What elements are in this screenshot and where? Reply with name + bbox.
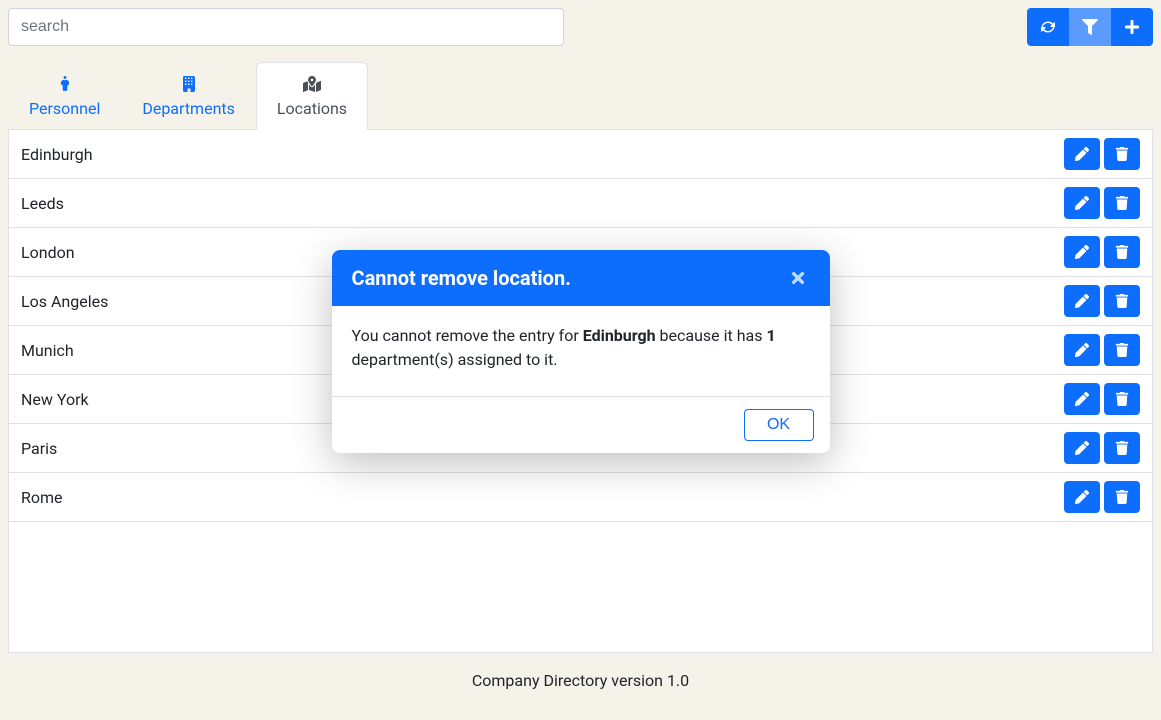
location-name: New York <box>21 390 89 409</box>
row-actions <box>1064 236 1140 268</box>
filter-icon <box>1082 19 1098 35</box>
tab-label: Departments <box>142 99 235 118</box>
edit-button[interactable] <box>1064 138 1100 170</box>
edit-button[interactable] <box>1064 334 1100 366</box>
row-actions <box>1064 187 1140 219</box>
location-row: Edinburgh <box>9 130 1152 179</box>
edit-button[interactable] <box>1064 236 1100 268</box>
location-row: Leeds <box>9 179 1152 228</box>
modal-body-text: department(s) assigned to it. <box>352 350 558 369</box>
modal-body-text: because it has <box>656 326 767 345</box>
delete-button[interactable] <box>1104 334 1140 366</box>
toolbar-button-group <box>1027 8 1153 46</box>
location-name: Paris <box>21 439 57 458</box>
trash-icon <box>1115 343 1129 357</box>
pencil-icon <box>1075 343 1089 357</box>
location-name: Los Angeles <box>21 292 108 311</box>
location-name: Edinburgh <box>21 145 93 164</box>
row-actions <box>1064 481 1140 513</box>
modal-body-text: You cannot remove the entry for <box>352 326 583 345</box>
row-actions <box>1064 383 1140 415</box>
modal-body-entity: Edinburgh <box>583 326 656 345</box>
trash-icon <box>1115 245 1129 259</box>
pencil-icon <box>1075 490 1089 504</box>
delete-button[interactable] <box>1104 432 1140 464</box>
plus-icon <box>1124 19 1140 35</box>
edit-button[interactable] <box>1064 383 1100 415</box>
trash-icon <box>1115 441 1129 455</box>
pencil-icon <box>1075 245 1089 259</box>
modal-title: Cannot remove location. <box>352 266 571 290</box>
add-button[interactable] <box>1111 8 1153 46</box>
refresh-icon <box>1040 19 1056 35</box>
search-input[interactable] <box>8 8 564 46</box>
trash-icon <box>1115 196 1129 210</box>
tab-departments[interactable]: Departments <box>121 62 256 130</box>
modal-body: You cannot remove the entry for Edinburg… <box>332 306 830 397</box>
location-name: London <box>21 243 75 262</box>
person-icon <box>58 75 72 93</box>
map-icon <box>303 75 321 93</box>
row-actions <box>1064 285 1140 317</box>
edit-button[interactable] <box>1064 432 1100 464</box>
tabs: Personnel Departments Locations <box>0 62 1161 130</box>
delete-button[interactable] <box>1104 285 1140 317</box>
filter-button[interactable] <box>1069 8 1111 46</box>
delete-button[interactable] <box>1104 383 1140 415</box>
tab-locations[interactable]: Locations <box>256 62 368 130</box>
modal-close-button[interactable] <box>786 266 810 290</box>
tab-personnel[interactable]: Personnel <box>8 62 121 130</box>
row-actions <box>1064 334 1140 366</box>
pencil-icon <box>1075 196 1089 210</box>
pencil-icon <box>1075 147 1089 161</box>
pencil-icon <box>1075 294 1089 308</box>
edit-button[interactable] <box>1064 285 1100 317</box>
trash-icon <box>1115 490 1129 504</box>
location-name: Rome <box>21 488 63 507</box>
delete-button[interactable] <box>1104 187 1140 219</box>
location-name: Leeds <box>21 194 64 213</box>
tab-label: Locations <box>277 99 347 118</box>
refresh-button[interactable] <box>1027 8 1069 46</box>
tab-label: Personnel <box>29 99 100 118</box>
location-name: Munich <box>21 341 74 360</box>
location-row: Rome <box>9 473 1152 522</box>
trash-icon <box>1115 294 1129 308</box>
close-icon <box>789 269 807 287</box>
modal-ok-button[interactable]: OK <box>744 409 814 441</box>
delete-button[interactable] <box>1104 481 1140 513</box>
building-icon <box>182 75 196 93</box>
trash-icon <box>1115 147 1129 161</box>
pencil-icon <box>1075 392 1089 406</box>
modal-body-count: 1 <box>766 326 775 345</box>
cannot-remove-modal: Cannot remove location. You cannot remov… <box>332 250 830 453</box>
delete-button[interactable] <box>1104 138 1140 170</box>
edit-button[interactable] <box>1064 481 1100 513</box>
delete-button[interactable] <box>1104 236 1140 268</box>
row-actions <box>1064 138 1140 170</box>
edit-button[interactable] <box>1064 187 1100 219</box>
pencil-icon <box>1075 441 1089 455</box>
row-actions <box>1064 432 1140 464</box>
footer-text: Company Directory version 1.0 <box>0 653 1161 700</box>
trash-icon <box>1115 392 1129 406</box>
